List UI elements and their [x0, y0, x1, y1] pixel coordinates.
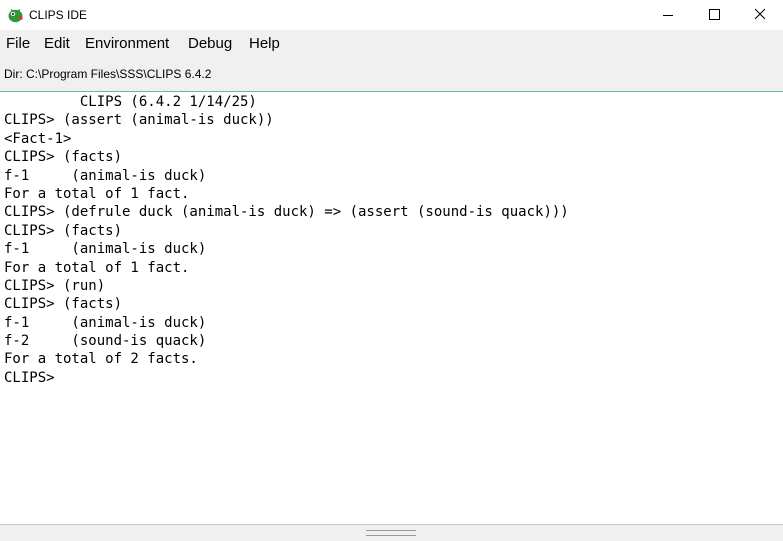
- minimize-button[interactable]: [645, 0, 691, 30]
- menu-environment[interactable]: Environment: [85, 35, 169, 52]
- console-line: <Fact-1>: [4, 130, 72, 147]
- console-line: CLIPS> (defrule duck (animal-is duck) =>…: [4, 204, 569, 221]
- menu-help[interactable]: Help: [249, 35, 280, 52]
- maximize-button[interactable]: [691, 0, 737, 30]
- splitter-grip-icon: [366, 530, 416, 536]
- console-line: For a total of 1 fact.: [4, 259, 190, 276]
- menu-bar: File Edit Environment Debug Help: [0, 30, 783, 57]
- minimize-icon: [663, 15, 673, 16]
- console-line: CLIPS> (run): [4, 277, 106, 294]
- pane-splitter[interactable]: [0, 524, 783, 541]
- console-line: For a total of 1 fact.: [4, 185, 190, 202]
- title-bar[interactable]: CLIPS IDE: [0, 0, 783, 30]
- console-line: f-1 (animal-is duck): [4, 241, 207, 258]
- window-title: CLIPS IDE: [29, 8, 88, 22]
- console-line: f-2 (sound-is quack): [4, 333, 207, 350]
- close-icon: [754, 8, 766, 20]
- menu-edit[interactable]: Edit: [44, 35, 70, 52]
- menu-file[interactable]: File: [6, 35, 30, 52]
- clips-bug-icon: [7, 7, 24, 23]
- console-line: For a total of 2 facts.: [4, 351, 198, 368]
- close-button[interactable]: [737, 0, 783, 30]
- console-line: CLIPS> (facts): [4, 149, 123, 166]
- console-lines: CLIPS (6.4.2 1/14/25) CLIPS> (assert (an…: [4, 93, 569, 387]
- console-line: f-1 (animal-is duck): [4, 314, 207, 331]
- current-directory: Dir: C:\Program Files\SSS\CLIPS 6.4.2: [4, 67, 212, 81]
- console-output[interactable]: CLIPS (6.4.2 1/14/25) CLIPS> (assert (an…: [0, 92, 783, 524]
- directory-bar: Dir: C:\Program Files\SSS\CLIPS 6.4.2: [0, 57, 783, 92]
- maximize-icon: [709, 9, 720, 20]
- console-line: CLIPS> (facts): [4, 296, 123, 313]
- console-line: CLIPS> (facts): [4, 222, 123, 239]
- console-prompt-line[interactable]: CLIPS>: [4, 369, 569, 387]
- menu-debug[interactable]: Debug: [188, 35, 232, 52]
- console-line: f-1 (animal-is duck): [4, 167, 207, 184]
- console-line: CLIPS> (assert (animal-is duck)): [4, 112, 274, 129]
- console-line: CLIPS (6.4.2 1/14/25): [4, 94, 257, 110]
